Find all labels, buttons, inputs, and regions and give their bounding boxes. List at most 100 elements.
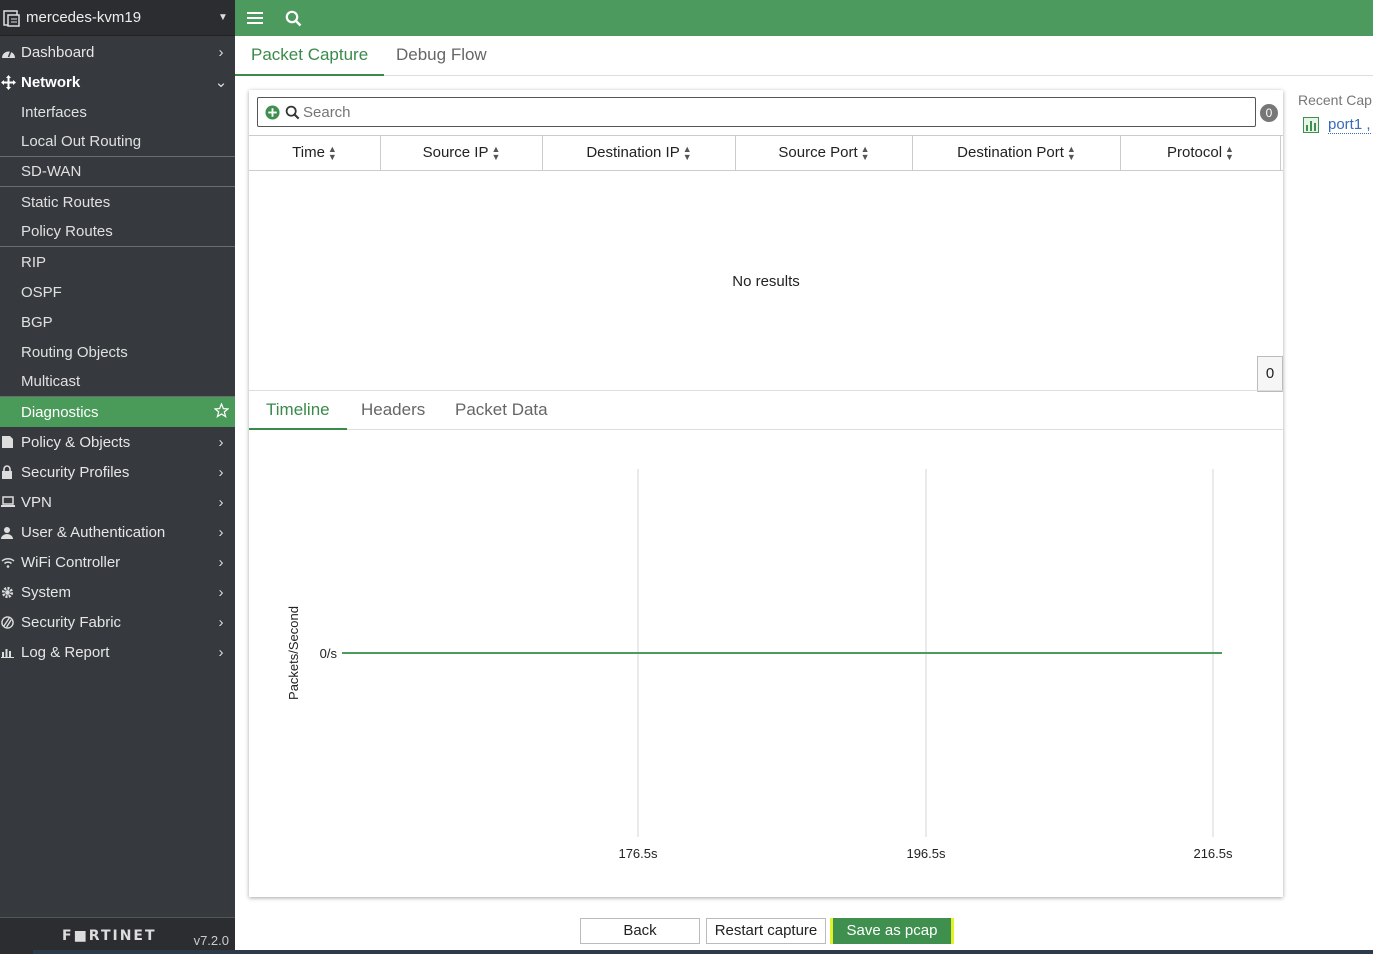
- policy-icon: [0, 435, 21, 449]
- capture-panel: 0 Time▲▼ Source IP▲▼ Destination IP▲▼ So…: [249, 90, 1283, 897]
- tab-packet-data[interactable]: Packet Data: [438, 391, 565, 430]
- sidebar-footer: F■RTINET v7.2.0: [0, 917, 235, 954]
- nav-policy-routes[interactable]: Policy Routes: [0, 217, 235, 247]
- nav-vpn-label: VPN: [21, 493, 52, 511]
- nav-log-report-label: Log & Report: [21, 643, 110, 661]
- nav-wifi-controller[interactable]: WiFi Controller ›: [0, 547, 235, 577]
- tab-timeline[interactable]: Timeline: [249, 391, 347, 430]
- col-destination-port-label: Destination Port: [957, 144, 1064, 161]
- nav-static-routes[interactable]: Static Routes: [0, 187, 235, 217]
- col-source-ip[interactable]: Source IP ▲ ▼: [381, 136, 543, 170]
- nav-system-label: System: [21, 583, 72, 601]
- nav-security-profiles-label: Security Profiles: [21, 463, 130, 481]
- chevron-right-icon: ›: [218, 523, 224, 541]
- capture-file-icon: [1303, 117, 1319, 133]
- nav-ospf[interactable]: OSPF: [0, 277, 235, 307]
- nav-security-fabric[interactable]: Security Fabric ›: [0, 607, 235, 637]
- nav-network[interactable]: Network ⌄: [0, 67, 235, 97]
- nav-policy-objects[interactable]: Policy & Objects ›: [0, 427, 235, 457]
- add-filter-icon[interactable]: [263, 103, 281, 121]
- nav-policy-objects-label: Policy & Objects: [21, 433, 131, 451]
- sidebar: mercedes-kvm19 ▼ Dashboard › Network ⌄ I…: [0, 0, 235, 954]
- network-icon: [0, 74, 21, 90]
- restart-capture-button[interactable]: Restart capture: [706, 918, 826, 944]
- save-pcap-button[interactable]: Save as pcap: [833, 918, 951, 944]
- col-time[interactable]: Time ▲ ▼: [249, 136, 381, 170]
- chevron-right-icon: ›: [218, 433, 224, 451]
- empty-state: No results: [732, 273, 800, 290]
- bottom-strip: [33, 950, 1373, 954]
- search-input[interactable]: [303, 99, 1255, 125]
- timeline-chart-svg: 176.5s 196.5s 216.5s 0/s Packets/Second: [286, 469, 1233, 861]
- nav-security-fabric-label: Security Fabric: [21, 613, 122, 631]
- col-destination-port[interactable]: Destination Port ▲ ▼: [913, 136, 1121, 170]
- nav-system[interactable]: System ›: [0, 577, 235, 607]
- recent-capture-link[interactable]: port1 ,: [1303, 116, 1371, 134]
- col-destination-ip[interactable]: Destination IP ▲ ▼: [543, 136, 736, 170]
- chevron-right-icon: ›: [218, 493, 224, 511]
- sort-icon: ▲ ▼: [1225, 144, 1234, 163]
- nav-log-report[interactable]: Log & Report ›: [0, 637, 235, 667]
- nav-vpn[interactable]: VPN ›: [0, 487, 235, 517]
- device-selector[interactable]: mercedes-kvm19 ▼: [0, 0, 235, 36]
- col-source-port[interactable]: Source Port ▲ ▼: [736, 136, 913, 170]
- nav-routing-objects[interactable]: Routing Objects: [0, 337, 235, 367]
- sort-icon: ▲ ▼: [491, 144, 501, 163]
- fabric-icon: [0, 615, 21, 629]
- nav-diagnostics-label: Diagnostics: [21, 403, 99, 421]
- chevron-right-icon: ›: [218, 463, 224, 481]
- timeline-chart: 176.5s 196.5s 216.5s 0/s Packets/Second: [249, 431, 1283, 897]
- nav-bgp[interactable]: BGP: [0, 307, 235, 337]
- nav-dashboard[interactable]: Dashboard ›: [0, 37, 235, 67]
- gear-icon: [0, 586, 21, 599]
- nav-user-auth-label: User & Authentication: [21, 523, 166, 541]
- row-count-badge: 0: [1257, 356, 1283, 392]
- sort-icon: ▲ ▼: [1066, 144, 1076, 163]
- search-icon[interactable]: [283, 8, 303, 28]
- recent-capture-label: port1 ,: [1328, 116, 1371, 134]
- sort-icon: ▲ ▼: [682, 144, 692, 163]
- x-tick-label: 176.5s: [618, 846, 658, 861]
- chevron-right-icon: ›: [218, 43, 224, 61]
- nav-interfaces[interactable]: Interfaces: [0, 97, 235, 127]
- nav-security-profiles[interactable]: Security Profiles ›: [0, 457, 235, 487]
- device-name: mercedes-kvm19: [26, 9, 142, 26]
- search-box: [257, 97, 1256, 127]
- sort-icon: ▲ ▼: [860, 144, 870, 163]
- dashboard-icon: [0, 46, 21, 59]
- recent-captures-title: Recent Cap: [1298, 92, 1372, 108]
- device-icon: [2, 8, 22, 28]
- nav-diagnostics[interactable]: Diagnostics: [0, 397, 235, 427]
- chevron-right-icon: ›: [218, 613, 224, 631]
- col-source-port-label: Source Port: [778, 144, 858, 161]
- col-destination-ip-label: Destination IP: [586, 144, 680, 161]
- nav-wifi-label: WiFi Controller: [21, 553, 121, 571]
- wifi-icon: [0, 557, 21, 568]
- nav-multicast[interactable]: Multicast: [0, 367, 235, 397]
- tab-packet-capture[interactable]: Packet Capture: [235, 36, 385, 76]
- sort-icon: ▲ ▼: [327, 144, 337, 163]
- caret-down-icon[interactable]: ▼: [211, 12, 235, 23]
- table-header: Time ▲ ▼ Source IP ▲ ▼ Destination IP ▲ ▼ Sour…: [249, 135, 1283, 171]
- nav-user-auth[interactable]: User & Authentication ›: [0, 517, 235, 547]
- main-tabs: Packet Capture Debug Flow: [235, 36, 1373, 76]
- nav-dashboard-label: Dashboard: [21, 43, 95, 61]
- search-count-badge: 0: [1260, 104, 1278, 122]
- hamburger-menu-icon[interactable]: [245, 8, 265, 28]
- x-tick-label: 216.5s: [1193, 846, 1233, 861]
- y-axis-label: Packets/Second: [286, 606, 301, 700]
- nav-sd-wan[interactable]: SD-WAN: [0, 157, 235, 187]
- favorite-star-icon[interactable]: [207, 401, 235, 422]
- laptop-icon: [0, 496, 21, 508]
- col-protocol[interactable]: Protocol ▲ ▼: [1121, 136, 1281, 170]
- col-time-label: Time: [292, 144, 325, 161]
- version-label: v7.2.0: [193, 933, 229, 948]
- x-tick-label: 196.5s: [906, 846, 946, 861]
- nav-rip[interactable]: RIP: [0, 247, 235, 277]
- nav-network-label: Network: [21, 73, 81, 91]
- back-button[interactable]: Back: [580, 918, 700, 944]
- nav-local-out-routing[interactable]: Local Out Routing: [0, 127, 235, 157]
- y-tick-label: 0/s: [320, 646, 338, 661]
- tab-debug-flow[interactable]: Debug Flow: [380, 36, 503, 76]
- tab-headers[interactable]: Headers: [344, 391, 442, 430]
